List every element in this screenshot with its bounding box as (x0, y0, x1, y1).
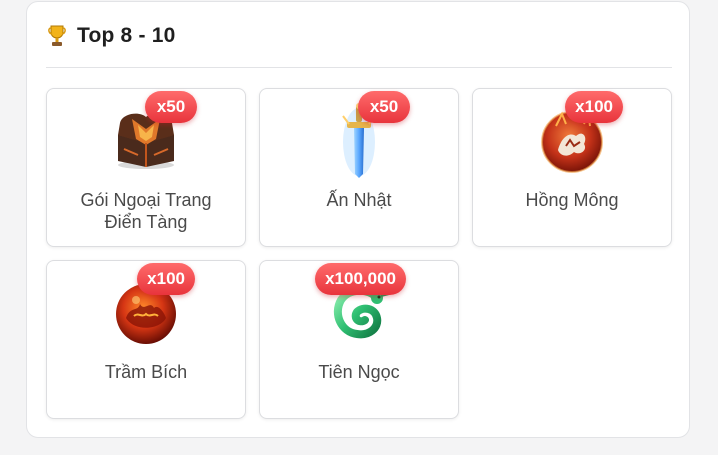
reward-card: Top 8 - 10 x50 Gói Ngoại Trang Điển Tàng (26, 1, 690, 438)
item-name: Ấn Nhật (326, 190, 392, 210)
reward-item[interactable]: x50 Gói Ngoại Trang Điển Tàng (46, 88, 246, 247)
reward-item[interactable]: x50 Ấn Nhật (259, 88, 459, 247)
quantity-badge: x100 (137, 263, 195, 295)
reward-grid: x50 Gói Ngoại Trang Điển Tàng x50 Ấn Nhậ… (46, 88, 672, 419)
quantity-badge: x100,000 (315, 263, 406, 295)
item-name: Hồng Mông (525, 190, 619, 210)
item-name: Trầm Bích (104, 362, 188, 382)
section-title: Top 8 - 10 (77, 24, 176, 47)
reward-item[interactable]: x100,000 Tiên Ngọc (259, 260, 459, 419)
item-name: Gói Ngoại Trang Điển Tàng (80, 190, 212, 232)
header-divider (46, 67, 672, 68)
quantity-badge: x50 (358, 91, 410, 123)
trophy-icon (48, 25, 66, 46)
reward-item[interactable]: x100 Hồng Mông (472, 88, 672, 247)
quantity-badge: x100 (565, 91, 623, 123)
reward-item[interactable]: x100 Trầm Bích (46, 260, 246, 419)
item-name: Tiên Ngọc (318, 362, 400, 382)
section-header: Top 8 - 10 (47, 24, 175, 48)
quantity-badge: x50 (145, 91, 197, 123)
